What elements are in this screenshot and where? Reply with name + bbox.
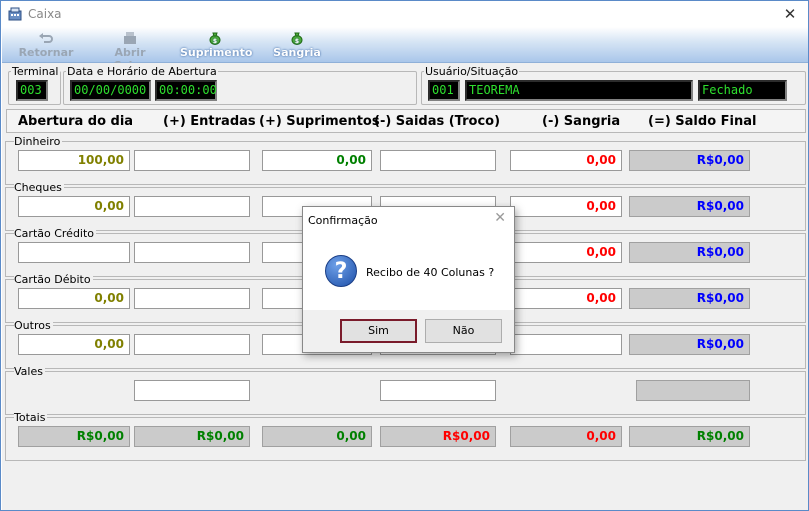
nao-button[interactable]: Não	[425, 319, 502, 343]
total-entradas-field: R$0,00	[134, 426, 250, 447]
sangria-field[interactable]	[510, 334, 622, 355]
sangria-field[interactable]: 0,00	[510, 150, 622, 171]
total-suprimentos-field: 0,00	[262, 426, 372, 447]
situacao-display: Fechado	[698, 80, 787, 101]
column-header: Abertura do dia (+) Entradas (+) Suprime…	[6, 109, 806, 133]
title-bar: Caixa ✕	[1, 1, 808, 27]
entradas-field[interactable]	[134, 242, 250, 263]
retornar-label: Retornar	[18, 46, 74, 59]
row-label: Totais	[14, 411, 48, 424]
money-bag-icon: $	[209, 32, 221, 45]
total-sangria-field: 0,00	[510, 426, 622, 447]
terminal-label: Terminal	[12, 65, 59, 78]
sangria-field[interactable]: 0,00	[510, 242, 622, 263]
toolbar: Retornar Abrir Caixa $ Suprimento $ Sang…	[2, 27, 808, 72]
cash-register-icon	[124, 32, 136, 44]
undo-icon	[39, 33, 53, 43]
data-abertura-display: 00/00/0000	[70, 80, 151, 101]
money-bag-icon: $	[291, 32, 303, 45]
row-label: Cartão Crédito	[14, 227, 97, 240]
sangria-field[interactable]: 0,00	[510, 288, 622, 309]
sangria-label: Sangria	[273, 46, 321, 59]
dialog-footer: Sim Não	[303, 310, 514, 352]
col-saidas: (-) Saidas (Troco)	[374, 114, 501, 129]
total-saidas-field: R$0,00	[380, 426, 496, 447]
total-saldo-field: R$0,00	[629, 426, 750, 447]
hora-abertura-display: 00:00:00	[155, 80, 217, 101]
row-label: Outros	[14, 319, 53, 332]
question-icon: ?	[325, 255, 357, 287]
abertura-field[interactable]: 100,00	[18, 150, 130, 171]
usuario-name-display: TEOREMA	[465, 80, 693, 101]
row-label: Vales	[14, 365, 45, 378]
saidas-field[interactable]	[380, 380, 496, 401]
saldo-field: R$0,00	[629, 150, 750, 171]
abrir-caixa-button[interactable]: Abrir Caixa	[96, 29, 164, 72]
sangria-field[interactable]: 0,00	[510, 196, 622, 217]
saldo-field: R$0,00	[629, 288, 750, 309]
abertura-field[interactable]: 0,00	[18, 334, 130, 355]
saidas-field[interactable]	[380, 150, 496, 171]
window-title: Caixa	[28, 7, 62, 21]
sim-button[interactable]: Sim	[340, 319, 417, 343]
row-vales: Vales	[5, 365, 806, 415]
row-label: Cartão Débito	[14, 273, 93, 286]
retornar-button[interactable]: Retornar	[18, 29, 74, 61]
svg-text:$: $	[295, 38, 299, 45]
row-dinheiro: Dinheiro 100,00 0,00 0,00 R$0,00	[5, 135, 806, 185]
suprimentos-field[interactable]: 0,00	[262, 150, 372, 171]
close-icon[interactable]: ✕	[494, 210, 506, 226]
entradas-field[interactable]	[134, 380, 250, 401]
entradas-field[interactable]	[134, 334, 250, 355]
col-suprimentos: (+) Suprimentos	[259, 114, 380, 129]
terminal-display: 003	[16, 80, 48, 101]
usuario-code-display: 001	[428, 80, 460, 101]
row-label: Cheques	[14, 181, 64, 194]
abertura-field[interactable]: 0,00	[18, 196, 130, 217]
saldo-field	[636, 380, 750, 401]
col-abertura: Abertura do dia	[18, 114, 134, 129]
saldo-field: R$0,00	[629, 242, 750, 263]
row-label: Dinheiro	[14, 135, 63, 148]
cash-register-icon	[8, 7, 22, 21]
usuario-label: Usuário/Situação	[425, 65, 519, 78]
col-entradas: (+) Entradas	[163, 114, 256, 129]
close-icon[interactable]: ✕	[780, 4, 800, 24]
entradas-field[interactable]	[134, 150, 250, 171]
entradas-field[interactable]	[134, 196, 250, 217]
abertura-field[interactable]: 0,00	[18, 288, 130, 309]
suprimento-label: Suprimento	[180, 46, 253, 59]
confirmation-dialog: Confirmação ✕ ? Recibo de 40 Colunas ? S…	[302, 206, 515, 353]
dialog-title: Confirmação	[308, 214, 378, 227]
total-abertura-field: R$0,00	[18, 426, 130, 447]
row-totais: Totais R$0,00 R$0,00 0,00 R$0,00 0,00 R$…	[5, 411, 806, 461]
saldo-field: R$0,00	[629, 196, 750, 217]
col-sangria: (-) Sangria	[542, 114, 621, 129]
svg-text:$: $	[213, 38, 217, 45]
col-saldo: (=) Saldo Final	[648, 114, 757, 129]
suprimento-button[interactable]: $ Suprimento	[180, 29, 253, 61]
entradas-field[interactable]	[134, 288, 250, 309]
saldo-field: R$0,00	[629, 334, 750, 355]
sangria-button[interactable]: $ Sangria	[272, 29, 322, 61]
abertura-field[interactable]	[18, 242, 130, 263]
abertura-label: Data e Horário de Abertura	[67, 65, 217, 78]
dialog-message: Recibo de 40 Colunas ?	[366, 266, 495, 279]
